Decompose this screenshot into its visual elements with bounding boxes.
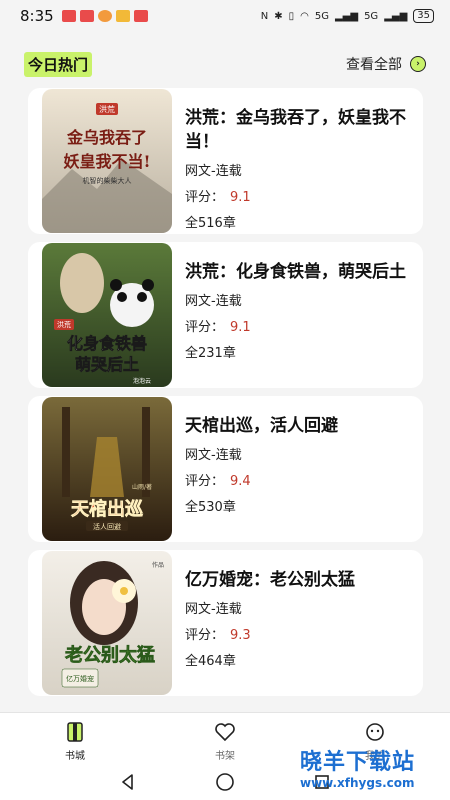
book-score-row: 评分： 9.3	[185, 626, 410, 646]
book-cover[interactable]: 洪荒 金乌我吞了 妖皇我不当! 机智的柴柴大人	[42, 89, 172, 233]
mail-icon	[133, 10, 148, 22]
mail-icon	[79, 10, 94, 22]
svg-text:妖皇我不当!: 妖皇我不当!	[63, 152, 150, 171]
svg-text:洪荒: 洪荒	[57, 320, 71, 329]
cover-subtitle: 亿万婚宠	[66, 674, 94, 683]
book-list: 洪荒 金乌我吞了 妖皇我不当! 机智的柴柴大人 洪荒：金乌我吞了，妖皇我不当！ …	[28, 88, 423, 704]
wifi-icon: ◠	[300, 10, 309, 22]
book-chapters: 全231章	[185, 346, 236, 361]
score-label: 评分：	[185, 320, 225, 335]
watermark-title: 晓羊下载站	[300, 750, 416, 775]
status-time: 8:35	[20, 7, 54, 25]
book-score-row: 评分： 9.1	[185, 188, 410, 208]
book-info: 洪荒：化身食铁兽，萌哭后土 网文-连载 评分： 9.1 全231章	[185, 260, 410, 364]
book-score-row: 评分： 9.4	[185, 472, 410, 492]
book-score: 9.1	[230, 190, 251, 205]
cover-title: 老公别太猛	[65, 644, 155, 666]
book-score: 9.1	[230, 320, 251, 335]
cover-title: 天棺出巡	[71, 498, 143, 520]
nfc-icon: N	[260, 10, 269, 22]
home-icon[interactable]	[214, 771, 236, 793]
tab-label: 书城	[65, 751, 85, 762]
score-label: 评分：	[185, 628, 225, 643]
book-chapters: 全516章	[185, 216, 236, 231]
book-info: 洪荒：金乌我吞了，妖皇我不当！ 网文-连载 评分： 9.1 全516章	[185, 106, 410, 234]
book-score: 9.4	[230, 474, 251, 489]
notification-icons	[61, 10, 148, 22]
status-bar: 8:35 N ✱ ▯ ◠ 5G ▂▄▆ 5G ▂▄▆ 35	[0, 0, 450, 32]
mail-icon	[61, 10, 76, 22]
watermark-url: www.xfhygs.com	[300, 776, 415, 790]
heart-icon	[215, 723, 235, 742]
section-title: 今日热门	[24, 51, 93, 77]
cover-tag: 洪荒	[99, 104, 115, 114]
signal-label-left: 5G	[314, 10, 329, 22]
profile-icon	[366, 723, 384, 741]
bluetooth-icon: ✱	[274, 10, 283, 22]
book-score: 9.3	[230, 628, 251, 643]
watermark: 晓羊下载站 www.xfhygs.com	[300, 744, 450, 800]
book-chapters: 全464章	[185, 654, 236, 669]
svg-text:化身食铁兽: 化身食铁兽	[67, 334, 147, 353]
view-all-button[interactable]: 查看全部 ›	[346, 54, 426, 74]
book-info: 天棺出巡，活人回避 网文-连载 评分： 9.4 全530章	[185, 414, 410, 518]
vibrate-icon: ▯	[288, 10, 295, 22]
cover-image: 洪荒 金乌我吞了 妖皇我不当! 机智的柴柴大人	[42, 89, 172, 233]
battery-icon: 35	[413, 9, 434, 23]
cover-image: 山雨/著 天棺出巡 活人回避	[42, 397, 172, 541]
book-title[interactable]: 洪荒：金乌我吞了，妖皇我不当！	[185, 106, 410, 154]
book-card[interactable]: 山雨/著 天棺出巡 活人回避 天棺出巡，活人回避 网文-连载 评分： 9.4 全5…	[28, 396, 423, 542]
cover-subtitle: 活人回避	[93, 522, 121, 531]
score-label: 评分：	[185, 190, 225, 205]
signal-icon: ▂▄▆	[334, 10, 359, 22]
tab-bookshelf[interactable]: 书架	[150, 713, 300, 764]
book-category: 网文-连载	[185, 164, 242, 179]
chevron-right-icon: ›	[410, 56, 426, 72]
book-card[interactable]: 作品 老公别太猛 亿万婚宠 亿万婚宠：老公别太猛 网文-连载 评分： 9.3 全4…	[28, 550, 423, 696]
book-category: 网文-连载	[185, 294, 242, 309]
status-indicators: N ✱ ▯ ◠ 5G ▂▄▆ 5G ▂▄▆ 35	[261, 9, 434, 23]
svg-text:金乌我吞了: 金乌我吞了	[66, 128, 147, 147]
svg-text:萌哭后土: 萌哭后土	[75, 355, 139, 374]
book-title[interactable]: 洪荒：化身食铁兽，萌哭后土	[185, 260, 410, 284]
book-title[interactable]: 亿万婚宠：老公别太猛	[185, 568, 410, 592]
book-category: 网文-连载	[185, 602, 242, 617]
signal-icon: ▂▄▆	[384, 10, 408, 22]
signal-label-right: 5G	[364, 10, 379, 22]
cover-label: 作品	[152, 561, 164, 569]
cover-author: 山雨/著	[132, 483, 152, 491]
book-card[interactable]: 洪荒 金乌我吞了 妖皇我不当! 机智的柴柴大人 洪荒：金乌我吞了，妖皇我不当！ …	[28, 88, 423, 234]
book-score-row: 评分： 9.1	[185, 318, 410, 338]
book-title[interactable]: 天棺出巡，活人回避	[185, 414, 410, 438]
book-info: 亿万婚宠：老公别太猛 网文-连载 评分： 9.3 全464章	[185, 568, 410, 672]
cover-image: 作品 老公别太猛 亿万婚宠	[42, 551, 172, 695]
app-icon	[115, 10, 130, 22]
cover-image: 洪荒 化身食铁兽 萌哭后土 泡泡云	[42, 243, 172, 387]
score-label: 评分：	[185, 474, 225, 489]
view-all-label: 查看全部	[346, 57, 402, 73]
book-city-icon	[67, 722, 83, 742]
cover-author: 泡泡云	[133, 377, 151, 385]
cover-author: 机智的柴柴大人	[83, 176, 132, 185]
book-cover[interactable]: 洪荒 化身食铁兽 萌哭后土 泡泡云	[42, 243, 172, 387]
app-icon	[97, 10, 112, 22]
book-category: 网文-连载	[185, 448, 242, 463]
book-card[interactable]: 洪荒 化身食铁兽 萌哭后土 泡泡云 洪荒：化身食铁兽，萌哭后土 网文-连载 评分…	[28, 242, 423, 388]
section-header: 今日热门 查看全部 ›	[0, 48, 450, 80]
tab-label: 书架	[215, 751, 235, 762]
book-cover[interactable]: 山雨/著 天棺出巡 活人回避	[42, 397, 172, 541]
back-icon[interactable]	[118, 772, 138, 792]
book-cover[interactable]: 作品 老公别太猛 亿万婚宠	[42, 551, 172, 695]
book-chapters: 全530章	[185, 500, 236, 515]
tab-book-city[interactable]: 书城	[0, 713, 150, 764]
